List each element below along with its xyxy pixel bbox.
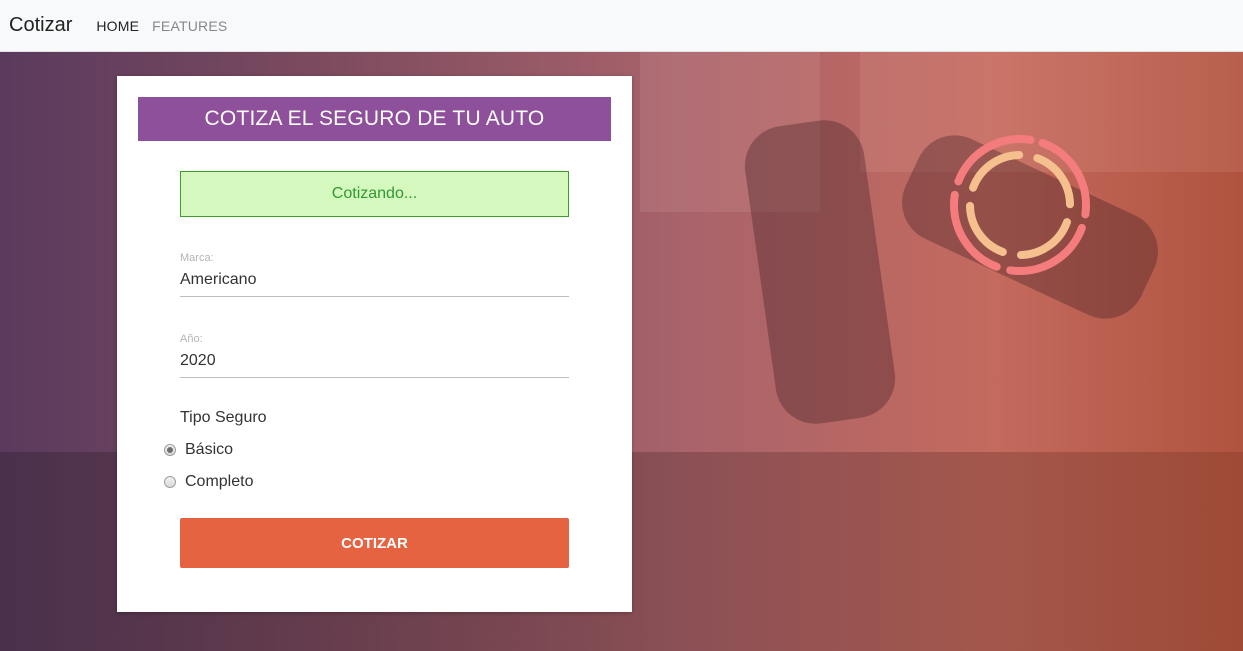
radio-option-basico[interactable]: Básico [164,441,233,459]
nav-link-features[interactable]: FEATURES [152,18,227,34]
marca-label: Marca: [180,252,214,264]
marca-field[interactable]: Marca: Americano [180,252,569,297]
navbar-brand[interactable]: Cotizar [9,14,72,37]
anio-label: Año: [180,333,203,345]
quote-form-card: COTIZA EL SEGURO DE TU AUTO Cotizando...… [117,76,632,612]
form-title: COTIZA EL SEGURO DE TU AUTO [138,97,611,141]
radio-completo-label: Completo [185,473,254,490]
radio-basico[interactable] [164,444,176,456]
anio-select[interactable]: 2020 [180,352,569,378]
cotizar-button[interactable]: COTIZAR [180,518,569,568]
top-navbar: Cotizar HOME FEATURES [0,0,1243,52]
anio-field[interactable]: Año: 2020 [180,333,569,378]
radio-option-completo[interactable]: Completo [164,473,253,491]
radio-basico-label: Básico [185,441,234,458]
marca-select[interactable]: Americano [180,271,569,297]
radio-completo[interactable] [164,476,176,488]
loading-spinner-icon [950,135,1090,275]
tipo-seguro-label: Tipo Seguro [180,409,267,426]
status-message: Cotizando... [180,171,569,217]
nav-link-home[interactable]: HOME [96,18,139,34]
